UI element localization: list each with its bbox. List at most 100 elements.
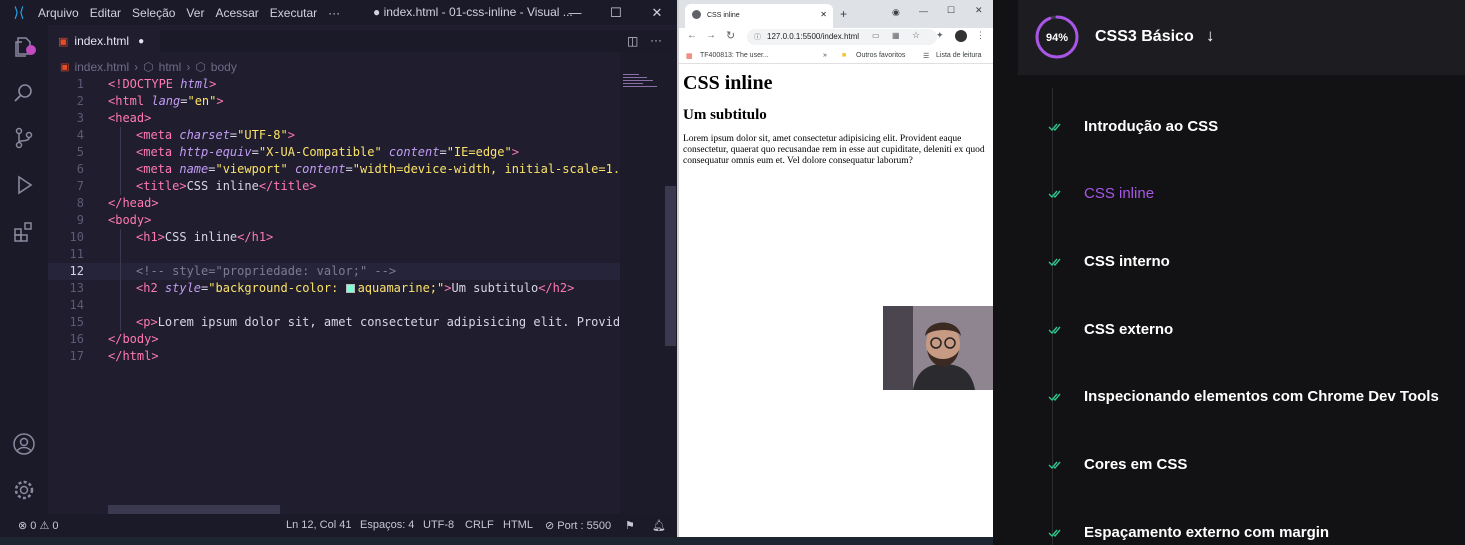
vscode-logo-icon: ⟩⟨	[13, 4, 25, 20]
menu-editar[interactable]: Editar	[90, 6, 121, 20]
menu-ver[interactable]: Ver	[186, 6, 204, 20]
more-bookmarks-icon[interactable]: »	[823, 52, 827, 59]
account-icon[interactable]	[12, 432, 36, 456]
bookmark-folder-outros[interactable]: Outros favoritos	[856, 52, 905, 59]
line-number: 4	[76, 128, 84, 142]
line-number: 1	[76, 77, 84, 91]
reading-list[interactable]: Lista de leitura	[936, 52, 982, 59]
arrow-down-icon[interactable]: ↓	[1206, 26, 1215, 46]
live-server-port[interactable]: ⊘ Port : 5500	[545, 519, 611, 532]
address-bar[interactable]: ⓘ 127.0.0.1:5500/index.html	[747, 29, 937, 45]
code-line-17: </html>	[108, 349, 159, 363]
feedback-icon[interactable]: ⚑	[625, 519, 635, 532]
line-number: 11	[69, 247, 84, 261]
double-check-icon	[1048, 258, 1061, 267]
indent-guide	[120, 127, 121, 195]
lesson-item[interactable]: Introdução ao CSS	[1084, 118, 1218, 135]
menu-arquivo[interactable]: Arquivo	[38, 6, 79, 20]
line-number-current: 12	[69, 264, 84, 278]
menu-more[interactable]: ···	[328, 6, 340, 20]
notifications-bell-icon[interactable]: 🔔︎	[652, 519, 666, 532]
webcam-overlay	[883, 306, 995, 390]
lesson-item[interactable]: Cores em CSS	[1084, 456, 1187, 473]
lesson-item[interactable]: CSS interno	[1084, 253, 1170, 270]
close-icon[interactable]: ✕	[975, 5, 983, 16]
menu-acessar[interactable]: Acessar	[215, 6, 258, 20]
vertical-scrollbar[interactable]	[665, 186, 676, 346]
star-bookmark-icon[interactable]: ☆	[912, 30, 920, 41]
lesson-item-active[interactable]: CSS inline	[1084, 185, 1154, 202]
forward-arrow-icon[interactable]: →	[706, 30, 716, 41]
line-number: 6	[76, 162, 84, 176]
line-number: 7	[76, 179, 84, 193]
tab-index-html[interactable]: ▣ index.html ●	[48, 30, 160, 52]
breadcrumb-html[interactable]: html	[159, 60, 182, 74]
status-bar: ⊗ 0 ⚠ 0 Ln 12, Col 41 Espaços: 4 UTF-8 C…	[0, 514, 677, 537]
install-app-icon[interactable]: ▭	[872, 31, 880, 40]
more-actions-icon[interactable]: ···	[650, 33, 662, 47]
encoding[interactable]: UTF-8	[423, 519, 454, 531]
minimize-icon[interactable]: —	[919, 6, 928, 16]
browser-tab-title: CSS inline	[707, 12, 740, 19]
chevron-right-icon: ›	[186, 60, 191, 74]
qr-code-icon[interactable]: ▦	[892, 31, 900, 40]
language-mode[interactable]: HTML	[503, 519, 533, 531]
profile-avatar[interactable]	[955, 30, 967, 42]
code-line-4: <meta charset="UTF-8">	[136, 128, 295, 142]
maximize-icon[interactable]: ☐	[947, 5, 955, 16]
vscode-window: ⟩⟨ Arquivo Editar Seleção Ver Acessar Ex…	[0, 0, 677, 537]
close-icon[interactable]: ✕	[637, 0, 677, 25]
search-icon[interactable]	[12, 81, 36, 105]
tab-close-icon[interactable]: ✕	[820, 10, 827, 19]
line-number: 3	[76, 111, 84, 125]
settings-gear-icon[interactable]	[12, 478, 36, 502]
element-cube-icon: ⬡	[195, 60, 206, 74]
menu-selecao[interactable]: Seleção	[132, 6, 175, 20]
bookmark-item[interactable]: TF400813: The user...	[700, 52, 769, 59]
color-swatch-icon[interactable]	[345, 284, 355, 293]
windows-taskbar	[0, 537, 993, 545]
code-line-12: <!-- style="propriedade: valor;" -->	[136, 264, 397, 278]
line-number: 9	[76, 213, 84, 227]
extensions-puzzle-icon[interactable]: ✦	[936, 30, 944, 41]
code-line-6: <meta name="viewport" content="width=dev…	[136, 162, 620, 176]
timeline-line	[1052, 88, 1053, 545]
cursor-position[interactable]: Ln 12, Col 41	[286, 519, 351, 531]
explorer-icon[interactable]	[12, 35, 36, 59]
end-of-line[interactable]: CRLF	[465, 519, 494, 531]
extensions-icon[interactable]	[12, 220, 36, 244]
course-sidebar: 94% CSS3 Básico ↓ Introdução ao CSS CSS …	[993, 0, 1465, 545]
lesson-item[interactable]: CSS externo	[1084, 321, 1173, 338]
maximize-icon[interactable]: ☐	[596, 0, 636, 25]
lesson-item[interactable]: Espaçamento externo com margin	[1084, 524, 1329, 541]
bookmarks-bar: ▦ TF400813: The user... » ■ Outros favor…	[679, 48, 993, 64]
problems-indicator[interactable]: ⊗ 0 ⚠ 0	[18, 519, 58, 532]
unsaved-dot-icon[interactable]: ●	[138, 36, 144, 47]
split-editor-icon[interactable]: ◫	[627, 34, 638, 48]
course-header[interactable]	[1018, 0, 1465, 75]
rendered-page: CSS inline Um subtitulo Lorem ipsum dolo…	[683, 72, 988, 167]
new-tab-icon[interactable]: +	[840, 7, 847, 21]
breadcrumb-file[interactable]: index.html	[74, 60, 129, 74]
breadcrumb-body[interactable]: body	[211, 60, 237, 74]
double-check-icon	[1048, 326, 1061, 335]
breadcrumb: ▣ index.html › ⬡ html › ⬡ body	[60, 59, 237, 75]
reload-icon[interactable]: ↻	[726, 29, 735, 42]
code-line-15: <p>Lorem ipsum dolor sit, amet consectet…	[136, 315, 620, 329]
info-icon[interactable]: ⓘ	[754, 32, 761, 42]
chrome-menu-icon[interactable]: ⋮	[976, 30, 985, 41]
chevron-right-icon: ›	[134, 60, 139, 74]
run-debug-icon[interactable]	[12, 173, 36, 197]
code-editor[interactable]: 1 2 3 4 5 6 7 8 9 10 11 12 13 14 15 16 1…	[48, 76, 620, 506]
back-arrow-icon[interactable]: ←	[687, 30, 697, 41]
source-control-icon[interactable]	[12, 126, 36, 150]
screen: ⟩⟨ Arquivo Editar Seleção Ver Acessar Ex…	[0, 0, 1465, 545]
horizontal-scrollbar[interactable]	[108, 505, 280, 514]
menu-executar[interactable]: Executar	[270, 6, 317, 20]
lesson-item[interactable]: Inspecionando elementos com Chrome Dev T…	[1084, 388, 1439, 405]
tab-label: index.html	[74, 34, 130, 48]
minimize-icon[interactable]: —	[555, 0, 595, 25]
indentation[interactable]: Espaços: 4	[360, 519, 414, 531]
media-control-icon[interactable]: ◉	[892, 7, 900, 18]
browser-tab[interactable]: CSS inline ✕	[685, 4, 833, 28]
